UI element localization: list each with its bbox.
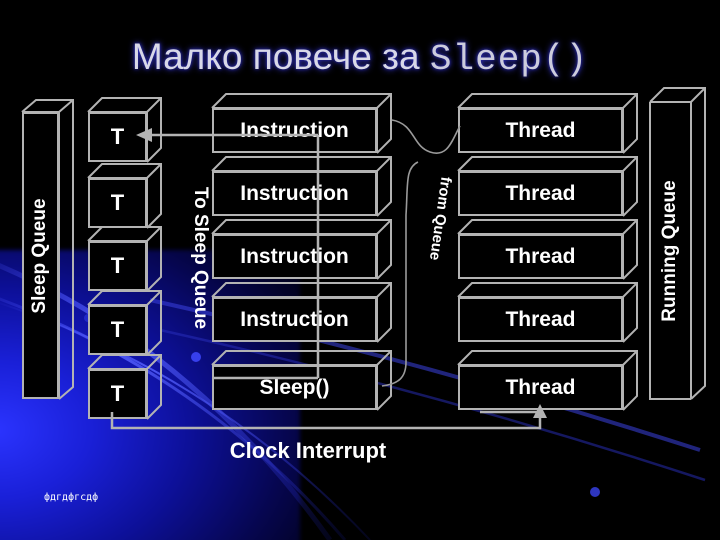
instruction-box[interactable]: Instruction — [211, 219, 392, 280]
thread-cube-label: T — [88, 178, 147, 228]
thread-cube-label: T — [88, 241, 147, 291]
instruction-box[interactable]: Instruction — [211, 282, 392, 343]
instruction-box-label: Instruction — [212, 108, 377, 153]
thread-cube[interactable]: T — [87, 97, 162, 163]
slide-canvas: Малко повече за Sleep() Sleep Queue T T … — [0, 0, 720, 540]
pillar-sleep-queue: Sleep Queue — [21, 99, 74, 400]
title-mono: Sleep() — [429, 39, 589, 80]
pillar-running-queue: Running Queue — [649, 87, 720, 400]
thread-box-label: Thread — [458, 234, 623, 279]
thread-box-label: Thread — [458, 171, 623, 216]
thread-box-label: Thread — [458, 365, 623, 410]
thread-box-label: Thread — [458, 297, 623, 342]
thread-cube-label: T — [88, 305, 147, 355]
instruction-box-label: Instruction — [212, 297, 377, 342]
thread-box-label: Thread — [458, 108, 623, 153]
pillar-to-sleep-queue-label: To Sleep Queue — [190, 186, 211, 330]
instruction-box-label: Instruction — [212, 171, 377, 216]
connector-instruction-to-thread — [391, 119, 461, 154]
title-cyrillic: Малко повече за — [131, 36, 430, 77]
instruction-box-label: Instruction — [212, 234, 377, 279]
thread-box[interactable]: Thread — [457, 282, 638, 343]
thread-box[interactable]: Thread — [457, 350, 638, 411]
pillar-from-queue-label: from Queue — [425, 175, 455, 262]
sleep-call-box-label: Sleep() — [212, 365, 377, 410]
thread-cube[interactable]: T — [87, 226, 162, 292]
sleep-call-box[interactable]: Sleep() — [211, 350, 392, 411]
pillar-running-queue-label: Running Queue — [659, 180, 680, 322]
connector-bottom-t-cube-return — [110, 412, 542, 430]
thread-cube-label: T — [88, 112, 147, 162]
instruction-box[interactable]: Instruction — [211, 156, 392, 217]
pillar-sleep-queue-label: Sleep Queue — [29, 198, 50, 314]
thread-box[interactable]: Thread — [457, 156, 638, 217]
thread-cube[interactable]: T — [87, 163, 162, 229]
thread-cube[interactable]: T — [87, 354, 162, 420]
thread-box[interactable]: Thread — [457, 219, 638, 280]
instruction-box[interactable]: Instruction — [211, 93, 392, 154]
clock-interrupt-label: Clock Interrupt — [229, 438, 387, 463]
thread-cube[interactable]: T — [87, 290, 162, 356]
thread-box[interactable]: Thread — [457, 93, 638, 154]
page-title: Малко повече за Sleep() — [0, 36, 720, 80]
footer-note: фдгдфгсдф — [44, 492, 99, 503]
thread-cube-label: T — [88, 369, 147, 419]
